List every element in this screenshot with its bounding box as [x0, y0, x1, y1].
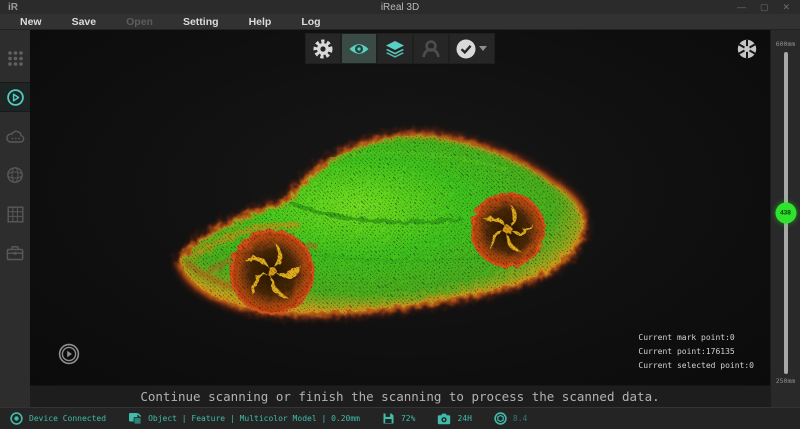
mesh-sphere-icon: [6, 166, 24, 184]
stat-current-points: Current point:176135: [638, 345, 754, 359]
scan-icon: [6, 88, 25, 107]
status-scan-mode: Object | Feature | Multicolor Model | 0.…: [128, 412, 360, 425]
sidebar-item-mesh[interactable]: [0, 161, 30, 189]
title-bar: iR iReal 3D — ▢ ✕: [0, 0, 800, 14]
status-device-text: Device Connected: [29, 414, 106, 423]
sidebar-item-modules[interactable]: [0, 44, 30, 72]
app-grid-icon: [7, 50, 24, 67]
view-toolbar: [305, 33, 495, 64]
menu-new[interactable]: New: [20, 16, 42, 28]
visibility-button[interactable]: [342, 34, 376, 63]
window-controls: — ▢ ✕: [737, 0, 800, 14]
sidebar-item-cloud[interactable]: [0, 122, 30, 150]
aperture-icon: [736, 38, 758, 60]
check-circle-icon: [455, 38, 477, 60]
replay-button[interactable]: [58, 343, 80, 365]
gear-icon: [312, 38, 334, 60]
status-camera-text: 24H: [457, 414, 471, 423]
menu-setting[interactable]: Setting: [183, 16, 219, 28]
menu-open: Open: [126, 16, 153, 28]
slider-max-label: 600mm: [771, 40, 800, 48]
status-bar: Device Connected Object | Feature | Mult…: [0, 407, 800, 429]
disk-icon: [382, 412, 395, 425]
menu-save[interactable]: Save: [72, 16, 97, 28]
cloud-icon: [6, 129, 25, 144]
status-disk: 72%: [382, 412, 415, 425]
distance-slider-handle[interactable]: 438: [775, 203, 796, 224]
close-button[interactable]: ✕: [782, 0, 790, 14]
slider-min-label: 250mm: [771, 377, 800, 385]
capture-button[interactable]: [736, 38, 758, 60]
viewport-3d[interactable]: Current mark point:0 Current point:17613…: [30, 30, 770, 385]
window-title: iReal 3D: [0, 2, 800, 13]
stat-mark-points: Current mark point:0: [638, 331, 754, 345]
distance-slider-panel: 600mm 438 250mm: [770, 30, 800, 407]
message-bar: Continue scanning or finish the scanning…: [30, 385, 770, 407]
status-disk-text: 72%: [401, 414, 415, 423]
menu-bar: New Save Open Setting Help Log: [0, 14, 800, 30]
confirm-button[interactable]: [450, 34, 494, 63]
play-circle-icon: [58, 343, 80, 365]
sidebar-item-toolbox[interactable]: [0, 239, 30, 267]
camera-icon: [437, 413, 451, 425]
content-area: Current mark point:0 Current point:17613…: [0, 30, 800, 407]
main-column: Current mark point:0 Current point:17613…: [30, 30, 770, 407]
status-framerate: 8.4: [494, 412, 527, 425]
status-scan-mode-text: Object | Feature | Multicolor Model | 0.…: [148, 414, 360, 423]
settings-button[interactable]: [306, 34, 340, 63]
menu-help[interactable]: Help: [249, 16, 272, 28]
eye-icon: [348, 41, 370, 57]
stat-selected-points: Current selected point:0: [638, 359, 754, 373]
slider-value: 438: [780, 210, 791, 217]
scan-statistics: Current mark point:0 Current point:17613…: [638, 331, 754, 373]
package-icon: [128, 412, 142, 425]
maximize-button[interactable]: ▢: [760, 0, 769, 14]
minimize-button[interactable]: —: [737, 0, 746, 14]
toolbox-icon: [6, 245, 24, 261]
scan-hint-text: Continue scanning or finish the scanning…: [140, 389, 659, 404]
layers-button[interactable]: [378, 34, 412, 63]
layers-icon: [384, 40, 406, 58]
aperture-small-icon: [494, 412, 507, 425]
sidebar-item-scan[interactable]: [0, 83, 30, 111]
status-framerate-text: 8.4: [513, 414, 527, 423]
menu-log[interactable]: Log: [301, 16, 320, 28]
left-sidebar: [0, 30, 30, 407]
grid-table-icon: [7, 206, 24, 223]
status-camera: 24H: [437, 413, 471, 425]
sidebar-item-grid[interactable]: [0, 200, 30, 228]
status-device: Device Connected: [10, 412, 106, 425]
device-status-icon: [10, 412, 23, 425]
user-mode-button[interactable]: [414, 34, 448, 63]
chevron-down-icon[interactable]: [479, 46, 487, 51]
person-icon: [421, 39, 441, 59]
ireal3d-window: iR iReal 3D — ▢ ✕ New Save Open Setting …: [0, 0, 800, 429]
